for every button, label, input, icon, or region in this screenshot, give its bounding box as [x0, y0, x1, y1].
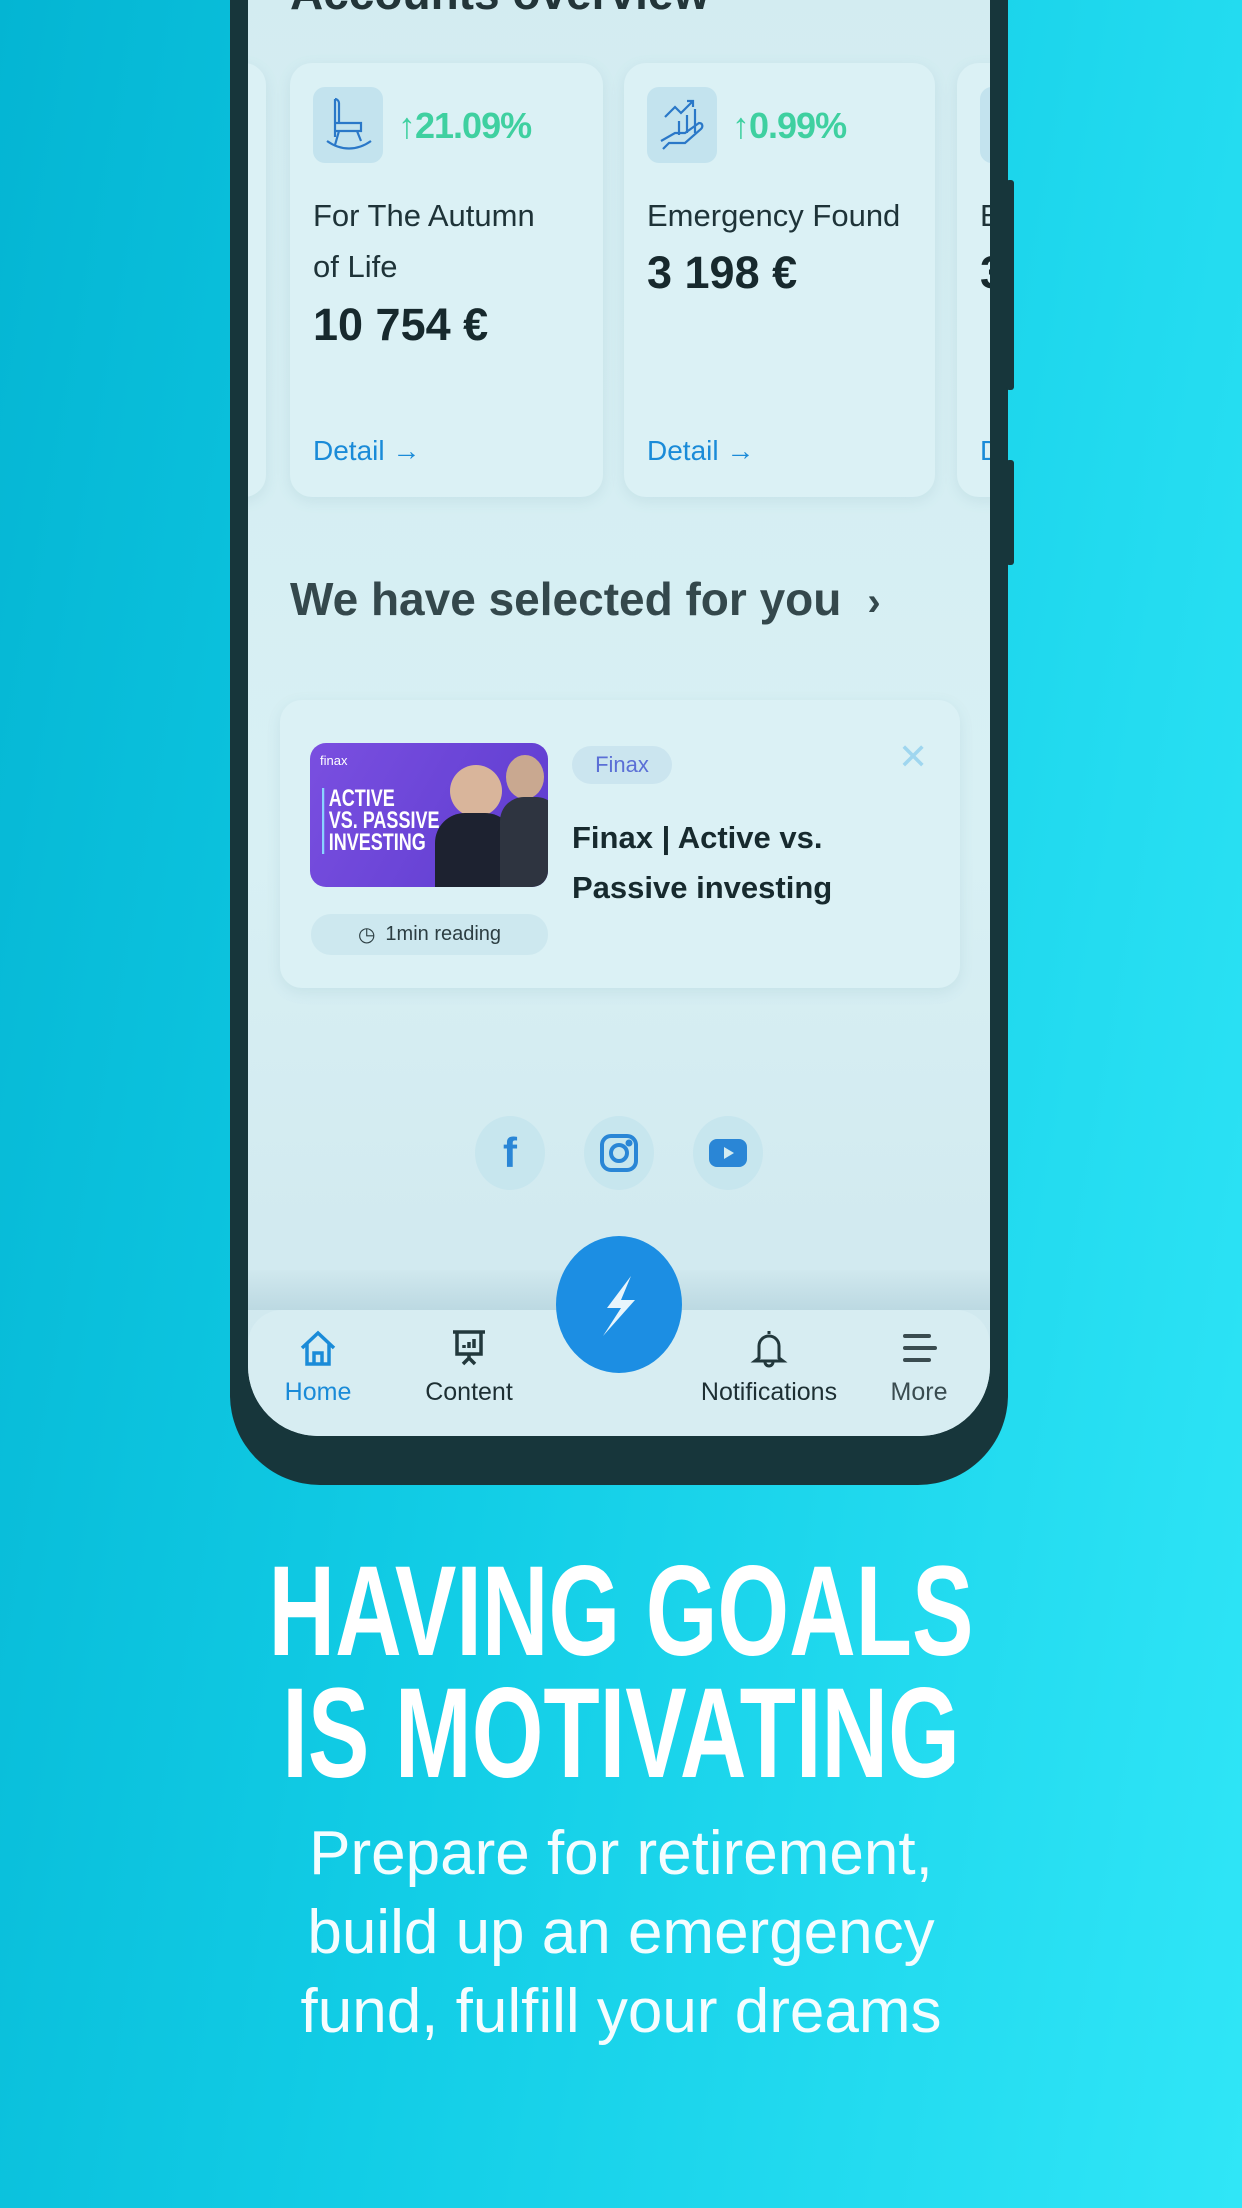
person-image [450, 765, 502, 817]
presentation-icon [389, 1328, 549, 1368]
app-screen: Accounts overview ↑21.09% For The Autumn… [248, 0, 990, 1436]
headline-line2: IS MOTIVATING [282, 1662, 960, 1805]
account-card[interactable]: ↑21.09% For The Autumn of Life 10 754 € D… [290, 63, 603, 497]
change-value: 21.09% [415, 105, 532, 146]
account-card[interactable]: E 3 D [957, 63, 990, 497]
nav-notifications[interactable]: Notifications [689, 1328, 849, 1407]
headline-line1: HAVING GOALS [268, 1540, 974, 1683]
account-card-prev[interactable] [248, 63, 266, 497]
facebook-icon[interactable]: f [475, 1116, 545, 1190]
arrow-right-icon: → [392, 435, 421, 466]
subtitle: Prepare for retirement, build up an emerg… [300, 1819, 942, 2046]
arrow-up-icon: ↑ [732, 105, 750, 146]
home-icon [248, 1328, 398, 1368]
article-tag[interactable]: Finax [572, 746, 672, 784]
instagram-icon[interactable] [584, 1116, 654, 1190]
nav-more[interactable]: More [839, 1328, 990, 1407]
youtube-icon[interactable] [693, 1116, 763, 1190]
detail-link[interactable]: Detail → [647, 435, 754, 467]
detail-link[interactable]: Detail → [313, 435, 420, 467]
account-card[interactable]: ↑0.99% Emergency Found 3 198 € Detail → [624, 63, 935, 497]
article-card[interactable]: finax ACTIVE VS. PASSIVE INVESTING ◷ 1min r… [280, 700, 960, 988]
nav-home[interactable]: Home [248, 1328, 398, 1407]
phone-side-button [1006, 460, 1014, 565]
account-amount: 3 198 € [647, 247, 798, 298]
lightning-icon [603, 1275, 635, 1336]
menu-icon [839, 1328, 990, 1368]
section-title: Accounts overview [290, 0, 709, 20]
account-amount: 10 754 € [313, 299, 489, 350]
account-name: Emergency Found [647, 198, 901, 233]
phone-side-button [1006, 180, 1014, 390]
change-value: 0.99% [749, 105, 847, 146]
article-thumbnail: finax ACTIVE VS. PASSIVE INVESTING [310, 743, 548, 887]
arrow-up-icon: ↑ [398, 105, 416, 146]
chevron-right-icon: › [867, 580, 881, 624]
reading-time-pill: ◷ 1min reading [311, 914, 548, 955]
growth-hand-icon [647, 87, 717, 163]
arrow-right-icon: → [726, 435, 755, 466]
quick-action-button[interactable] [556, 1236, 682, 1373]
account-name: For The Autumn of Life [313, 198, 535, 284]
bell-icon [689, 1328, 849, 1368]
clock-icon: ◷ [357, 924, 376, 946]
rocking-chair-icon [313, 87, 383, 163]
nav-content[interactable]: Content [389, 1328, 549, 1407]
selected-section-title[interactable]: We have selected for you › [290, 572, 881, 626]
close-icon[interactable]: ✕ [898, 736, 928, 778]
article-title: Finax | Active vs. Passive investing [572, 820, 833, 905]
